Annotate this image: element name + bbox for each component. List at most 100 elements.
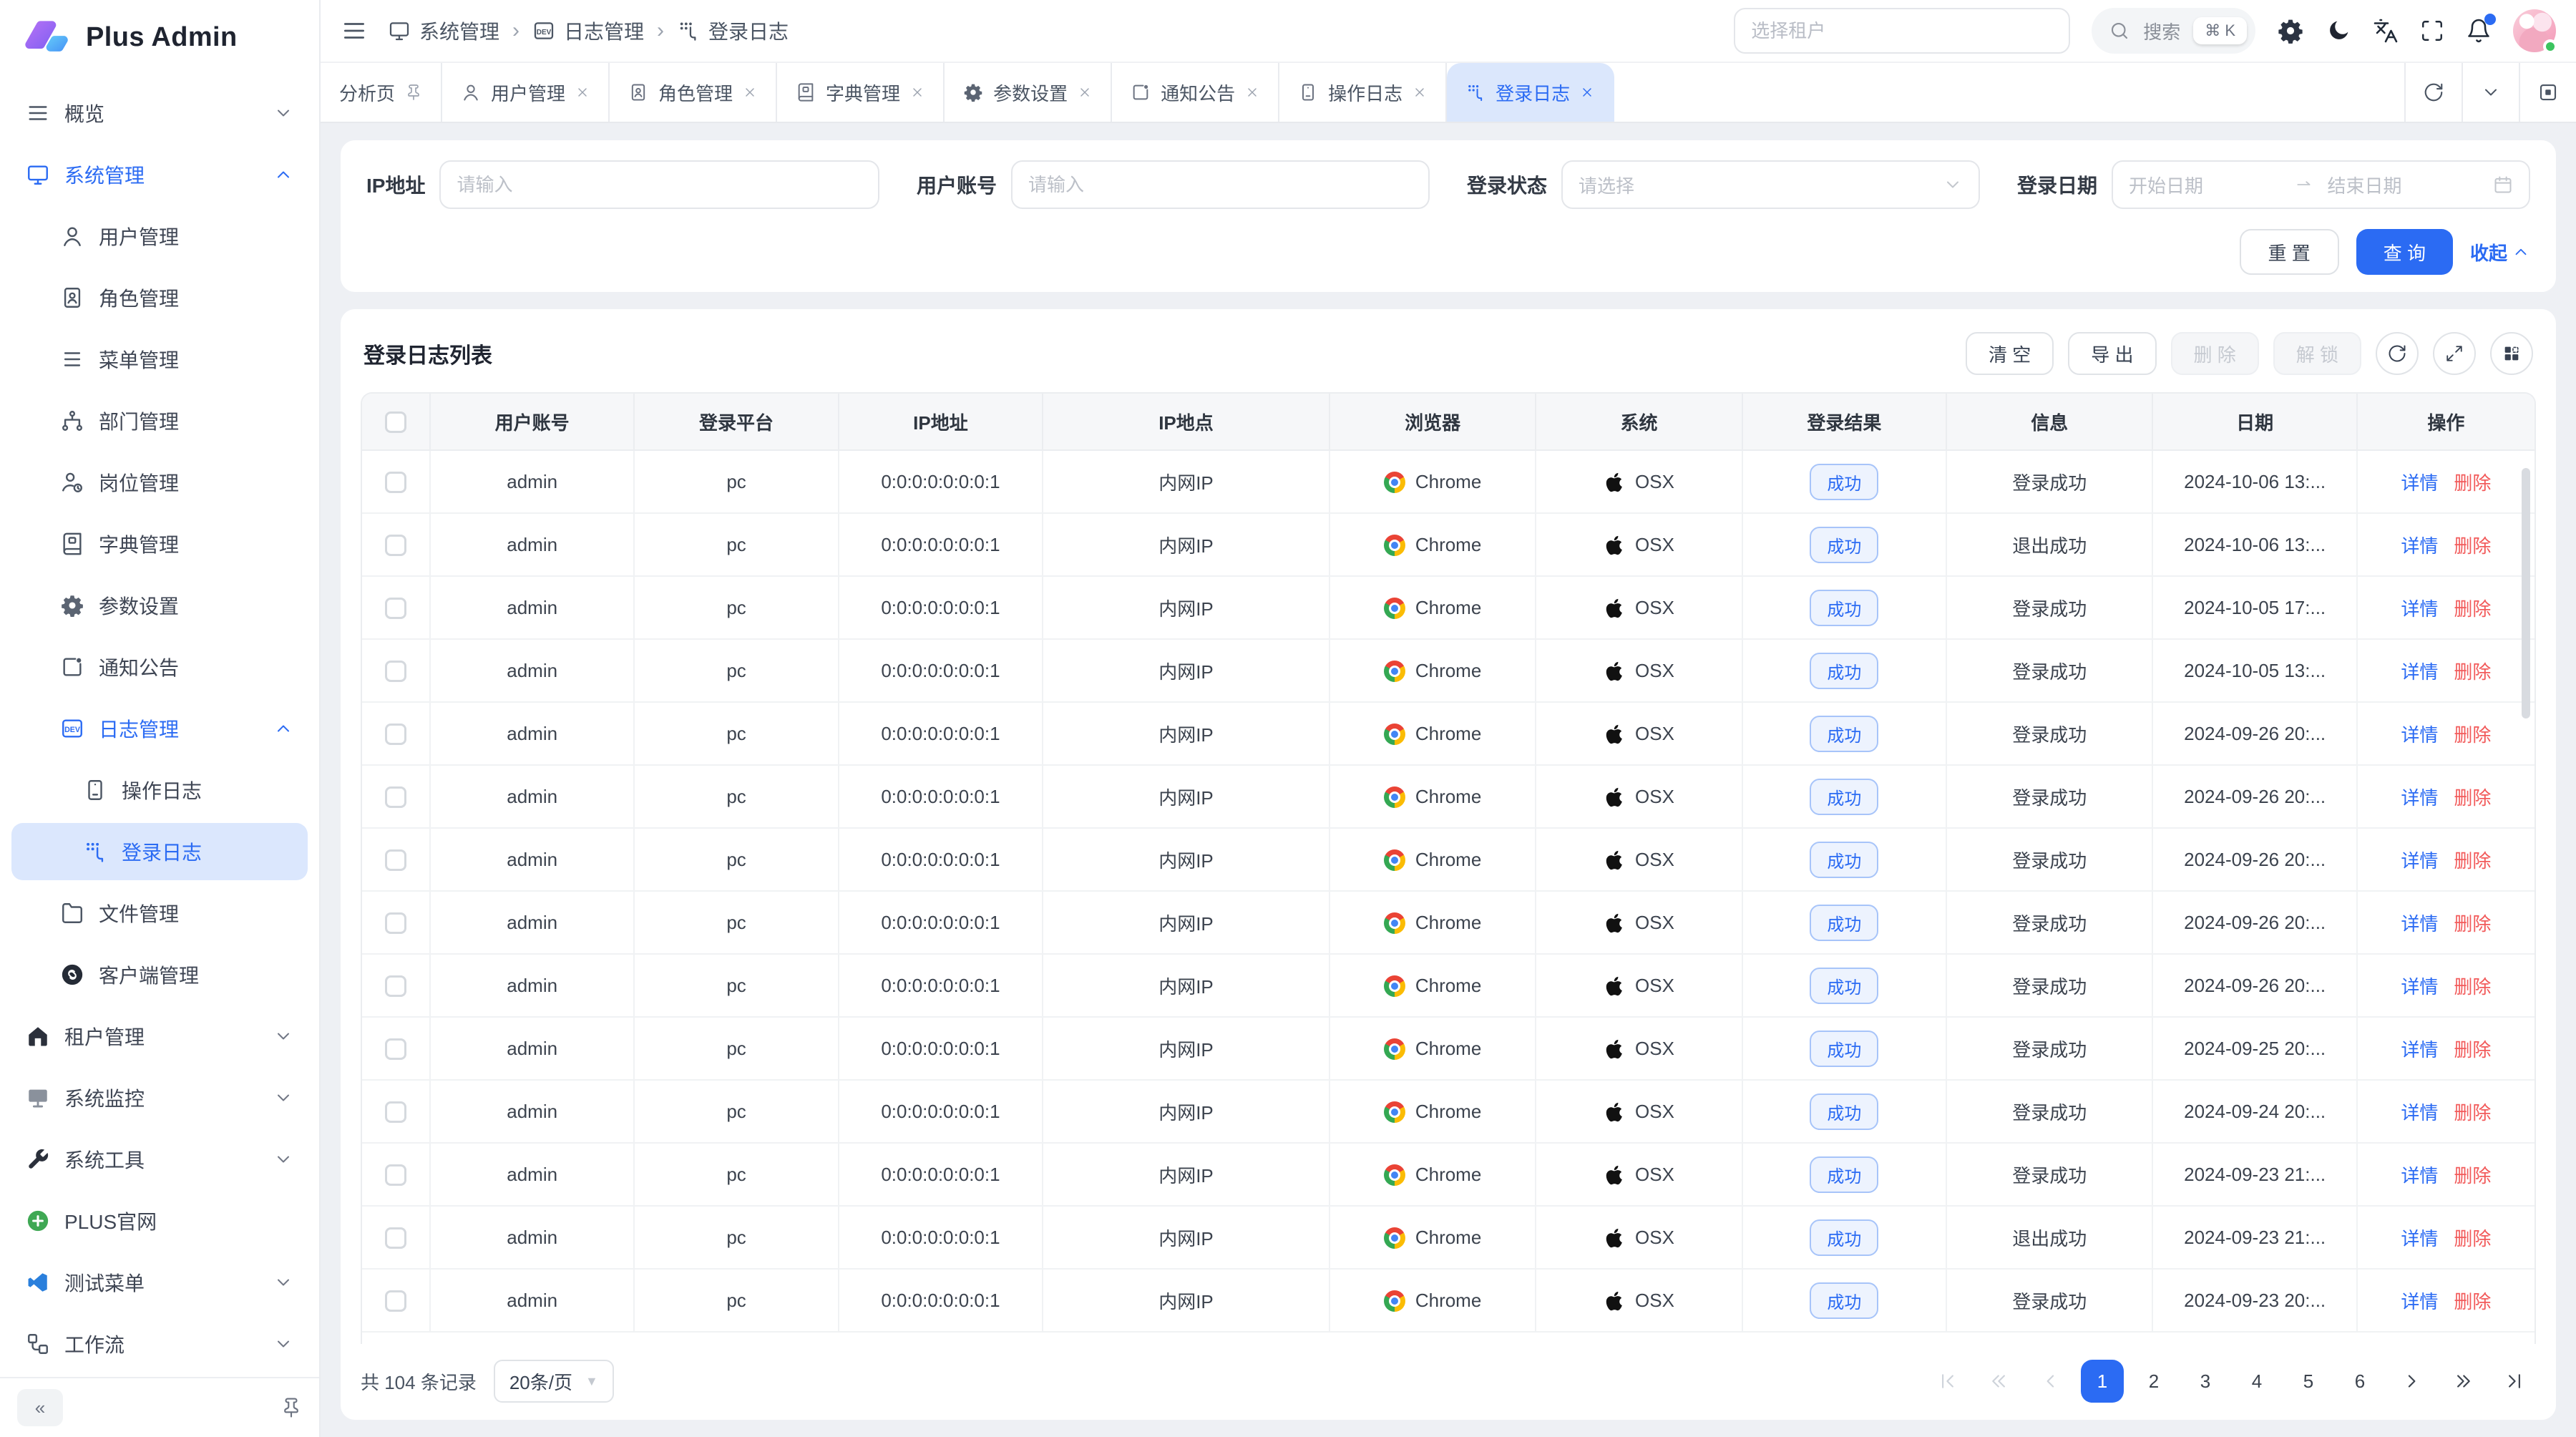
close-icon[interactable] — [910, 85, 924, 99]
delete-link[interactable]: 删除 — [2454, 598, 2491, 620]
user-avatar[interactable] — [2513, 9, 2556, 52]
detail-link[interactable]: 详情 — [2401, 598, 2438, 620]
sidebar-item-16[interactable]: 系统监控 — [11, 1069, 308, 1126]
sidebar-item-11[interactable]: 操作日志 — [11, 761, 308, 819]
sidebar-item-12[interactable]: 登录日志 — [11, 823, 308, 880]
page-number-6[interactable]: 6 — [2338, 1360, 2381, 1403]
jump-back-icon[interactable] — [1978, 1360, 2021, 1403]
sidebar-item-7[interactable]: 字典管理 — [11, 515, 308, 573]
delete-link[interactable]: 删除 — [2454, 787, 2491, 809]
collapse-filter-link[interactable]: 收起 — [2470, 239, 2530, 266]
delete-link[interactable]: 删除 — [2454, 535, 2491, 557]
page-number-5[interactable]: 5 — [2287, 1360, 2330, 1403]
delete-link[interactable]: 删除 — [2454, 913, 2491, 935]
page-number-2[interactable]: 2 — [2132, 1360, 2175, 1403]
detail-link[interactable]: 详情 — [2401, 787, 2438, 809]
row-checkbox[interactable] — [385, 535, 406, 556]
delete-link[interactable]: 删除 — [2454, 976, 2491, 998]
sidebar-item-13[interactable]: 文件管理 — [11, 885, 308, 942]
fullscreen-icon[interactable] — [2420, 19, 2444, 43]
row-checkbox[interactable] — [385, 598, 406, 619]
row-checkbox[interactable] — [385, 912, 406, 934]
notification-bell-icon[interactable] — [2466, 18, 2492, 44]
next-page-icon[interactable] — [2390, 1360, 2433, 1403]
close-icon[interactable] — [1413, 85, 1427, 99]
sidebar-item-20[interactable]: 工作流 — [11, 1315, 308, 1373]
column-settings-icon[interactable] — [2490, 332, 2533, 375]
pin-icon[interactable] — [405, 84, 422, 101]
row-checkbox[interactable] — [385, 661, 406, 682]
tab-4[interactable]: 参数设置 — [945, 63, 1112, 122]
row-checkbox[interactable] — [385, 724, 406, 745]
tab-menu-chevron-icon[interactable] — [2462, 63, 2519, 122]
sidebar-item-14[interactable]: 客户端管理 — [11, 946, 308, 1003]
tab-2[interactable]: 角色管理 — [610, 63, 777, 122]
sidebar-item-18[interactable]: PLUS官网 — [11, 1192, 308, 1250]
query-button[interactable]: 查 询 — [2356, 229, 2453, 275]
detail-link[interactable]: 详情 — [2401, 976, 2438, 998]
row-checkbox[interactable] — [385, 1227, 406, 1249]
tenant-select-input[interactable] — [1734, 8, 2070, 54]
row-checkbox[interactable] — [385, 1290, 406, 1312]
detail-link[interactable]: 详情 — [2401, 724, 2438, 746]
detail-link[interactable]: 详情 — [2401, 913, 2438, 935]
jump-forward-icon[interactable] — [2441, 1360, 2484, 1403]
sidebar-collapse-button[interactable]: « — [17, 1389, 63, 1426]
toolbar-button-0[interactable]: 清 空 — [1966, 332, 2054, 375]
close-icon[interactable] — [575, 85, 590, 99]
account-input[interactable] — [1011, 160, 1430, 209]
delete-link[interactable]: 删除 — [2454, 724, 2491, 746]
last-page-icon[interactable] — [2493, 1360, 2536, 1403]
settings-gear-icon[interactable] — [2277, 17, 2304, 44]
row-checkbox[interactable] — [385, 849, 406, 871]
delete-link[interactable]: 删除 — [2454, 472, 2491, 494]
detail-link[interactable]: 详情 — [2401, 1102, 2438, 1124]
row-checkbox[interactable] — [385, 1038, 406, 1060]
sidebar-item-8[interactable]: 参数设置 — [11, 577, 308, 634]
breadcrumb-item-0[interactable]: 系统管理 — [388, 16, 499, 45]
detail-link[interactable]: 详情 — [2401, 850, 2438, 872]
detail-link[interactable]: 详情 — [2401, 535, 2438, 557]
delete-link[interactable]: 删除 — [2454, 1228, 2491, 1250]
toolbar-button-1[interactable]: 导 出 — [2068, 332, 2156, 375]
global-search[interactable]: 搜索 ⌘ K — [2092, 8, 2255, 54]
detail-link[interactable]: 详情 — [2401, 661, 2438, 683]
prev-page-icon[interactable] — [2029, 1360, 2072, 1403]
language-translate-icon[interactable] — [2373, 18, 2399, 44]
table-scrollbar-thumb[interactable] — [2522, 468, 2530, 718]
page-number-3[interactable]: 3 — [2184, 1360, 2227, 1403]
page-size-select[interactable]: 20条/页 ▼ — [494, 1360, 614, 1403]
row-checkbox[interactable] — [385, 786, 406, 808]
refresh-tab-icon[interactable] — [2404, 63, 2462, 122]
sidebar-item-4[interactable]: 菜单管理 — [11, 331, 308, 388]
detail-link[interactable]: 详情 — [2401, 1291, 2438, 1312]
tab-6[interactable]: 操作日志 — [1279, 63, 1447, 122]
detail-link[interactable]: 详情 — [2401, 1165, 2438, 1187]
sidebar-pin-icon[interactable] — [280, 1397, 302, 1418]
sidebar-item-3[interactable]: 角色管理 — [11, 269, 308, 326]
row-checkbox[interactable] — [385, 975, 406, 997]
tab-5[interactable]: 通知公告 — [1112, 63, 1279, 122]
tab-0[interactable]: 分析页 — [321, 63, 442, 122]
hamburger-menu-icon[interactable] — [341, 17, 368, 44]
reset-button[interactable]: 重 置 — [2240, 229, 2339, 275]
close-icon[interactable] — [1078, 85, 1092, 99]
sidebar-item-6[interactable]: 岗位管理 — [11, 454, 308, 511]
delete-link[interactable]: 删除 — [2454, 1102, 2491, 1124]
sidebar-item-17[interactable]: 系统工具 — [11, 1131, 308, 1188]
select-all-checkbox[interactable] — [385, 411, 406, 433]
page-number-1[interactable]: 1 — [2081, 1360, 2124, 1403]
page-number-4[interactable]: 4 — [2235, 1360, 2278, 1403]
sidebar-item-10[interactable]: DEV日志管理 — [11, 700, 308, 757]
sidebar-item-0[interactable]: 概览 — [11, 84, 308, 142]
detail-link[interactable]: 详情 — [2401, 472, 2438, 494]
tab-1[interactable]: 用户管理 — [442, 63, 610, 122]
row-checkbox[interactable] — [385, 472, 406, 493]
sidebar-item-15[interactable]: 租户管理 — [11, 1008, 308, 1065]
expand-table-icon[interactable] — [2433, 332, 2476, 375]
sidebar-item-2[interactable]: 用户管理 — [11, 208, 308, 265]
breadcrumb-item-1[interactable]: DEV日志管理 — [532, 16, 644, 45]
detail-link[interactable]: 详情 — [2401, 1228, 2438, 1250]
date-range-picker[interactable]: 开始日期 结束日期 — [2112, 160, 2530, 209]
tab-3[interactable]: 字典管理 — [777, 63, 945, 122]
